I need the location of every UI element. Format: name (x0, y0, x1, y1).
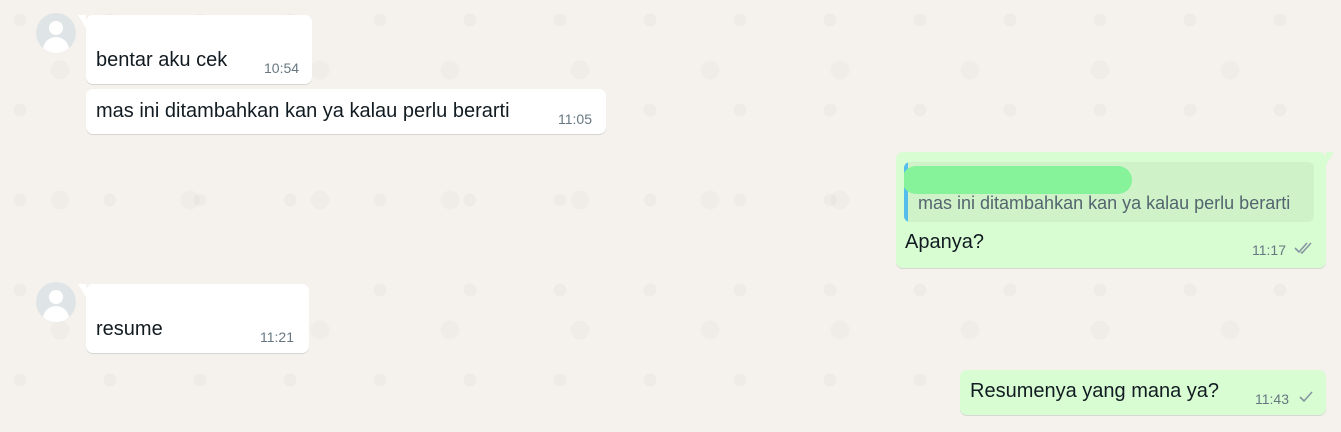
message-text: resume (96, 318, 163, 340)
message-time: 11:05 (558, 111, 592, 127)
quoted-message[interactable]: mas ini ditambahkan kan ya kalau perlu b… (904, 162, 1314, 222)
message-time: 10:54 (264, 60, 300, 76)
message-text: mas ini ditambahkan kan ya kalau perlu b… (96, 100, 510, 122)
message-time: 11:17 (1252, 242, 1286, 258)
outgoing-message[interactable]: Resumenya yang mana ya? 11:43 (960, 370, 1326, 415)
quote-text: mas ini ditambahkan kan ya kalau perlu b… (918, 193, 1291, 213)
incoming-message[interactable]: mas ini ditambahkan kan ya kalau perlu b… (86, 89, 606, 134)
message-text: Resumenya yang mana ya? (970, 380, 1220, 402)
incoming-message[interactable]: resume 11:21 (78, 284, 309, 353)
incoming-message[interactable]: bentar aku cek 10:54 (78, 15, 312, 84)
message-text: bentar aku cek (96, 49, 228, 71)
message-time: 11:43 (1255, 391, 1289, 407)
message-text: Apanya? (905, 231, 984, 253)
message-time: 11:21 (260, 329, 294, 345)
outgoing-message[interactable]: mas ini ditambahkan kan ya kalau perlu b… (896, 152, 1334, 268)
double-check-icon (1294, 241, 1314, 258)
contact-avatar[interactable] (36, 282, 76, 322)
quote-author-redacted (904, 166, 1132, 194)
contact-avatar[interactable] (36, 13, 76, 53)
check-icon (1298, 390, 1314, 407)
